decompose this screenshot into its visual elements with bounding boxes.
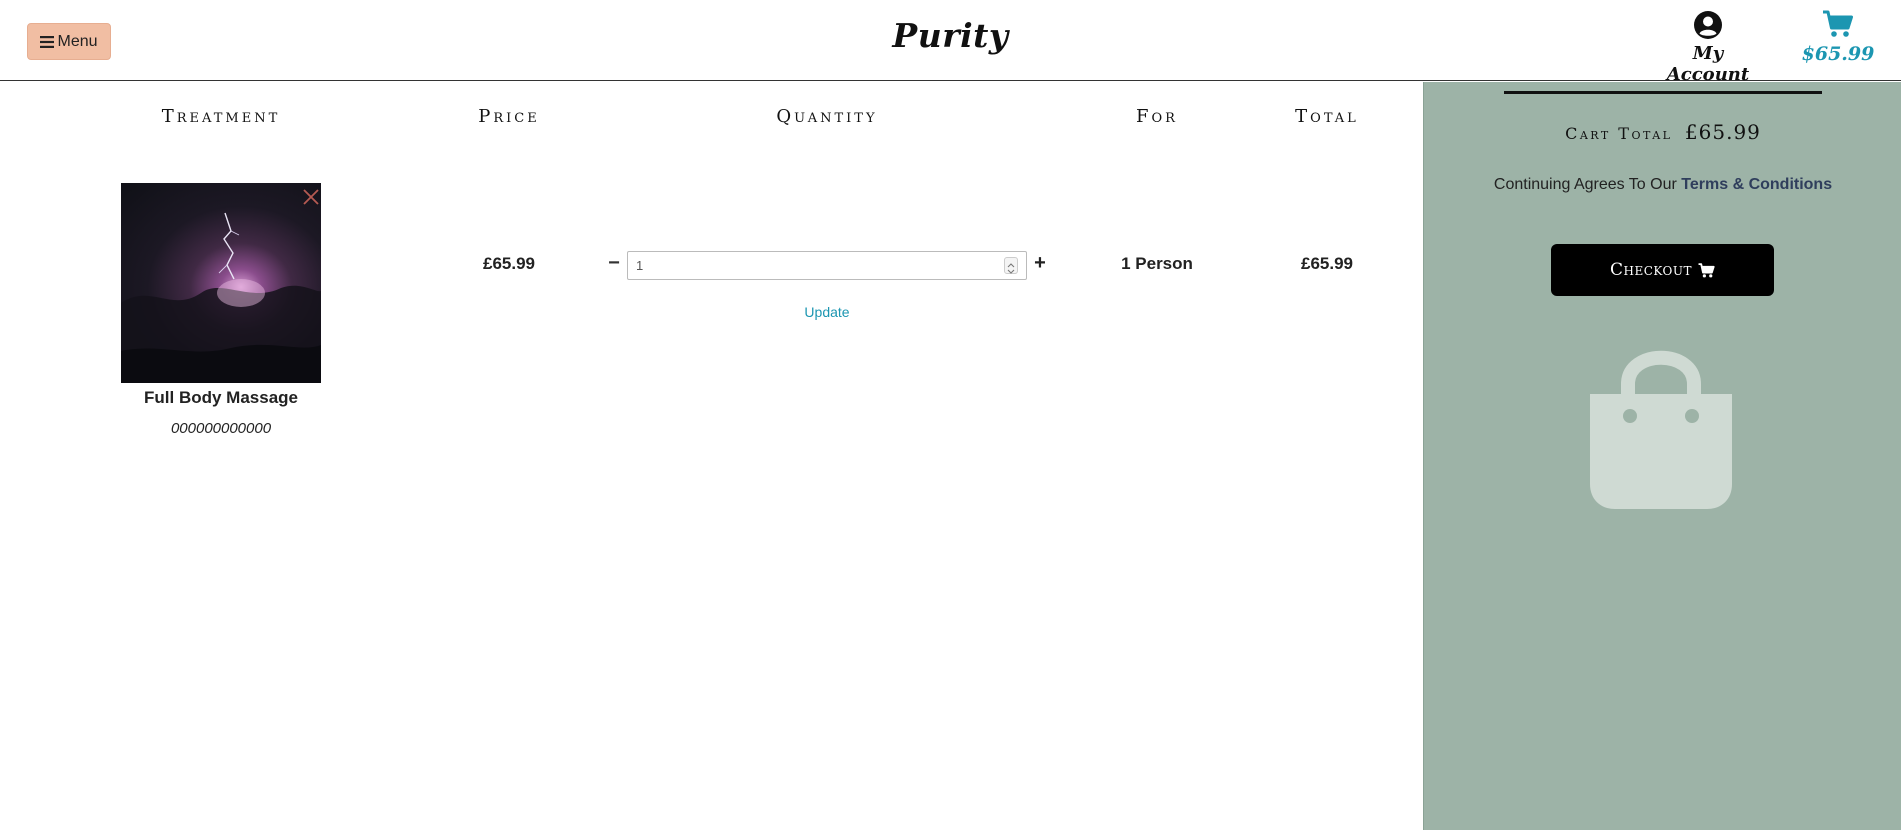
my-account-label: My Account xyxy=(1666,43,1750,85)
remove-item-button[interactable] xyxy=(300,186,322,208)
quantity-increase-button[interactable]: + xyxy=(1031,251,1049,275)
product-image[interactable] xyxy=(121,183,321,383)
quantity-input[interactable]: 1 xyxy=(627,251,1027,280)
cart-table: Treatment Price Quantity For Total Full … xyxy=(0,82,1422,830)
column-header-treatment: Treatment xyxy=(161,106,281,127)
shopping-cart-icon xyxy=(1698,262,1715,277)
cart-total: Cart Total £65.99 xyxy=(1467,120,1859,144)
quantity-value: 1 xyxy=(636,258,644,273)
quantity-decrease-button[interactable]: − xyxy=(606,251,622,275)
close-icon xyxy=(303,189,319,205)
my-account-link[interactable]: My Account xyxy=(1652,10,1764,85)
shopping-bag-icon xyxy=(1590,350,1732,509)
spinner-arrows-icon xyxy=(1007,263,1015,274)
item-price: £65.99 xyxy=(483,254,535,273)
column-header-price: Price xyxy=(478,106,540,127)
user-circle-icon xyxy=(1694,11,1722,39)
checkout-button[interactable]: Checkout xyxy=(1551,244,1774,296)
site-logo[interactable]: Purity xyxy=(0,16,1901,55)
quantity-spinner[interactable] xyxy=(1004,257,1018,274)
terms-prefix: Continuing Agrees To Our xyxy=(1493,176,1677,193)
divider xyxy=(1504,91,1822,94)
terms-link[interactable]: Terms & Conditions xyxy=(1681,176,1832,193)
hamburger-icon xyxy=(40,35,55,48)
item-for: 1 Person xyxy=(1121,254,1193,273)
menu-button[interactable]: Menu xyxy=(27,23,111,60)
update-cart-link[interactable]: Update xyxy=(804,304,849,320)
column-header-for: For xyxy=(1136,106,1178,127)
cart-total-value: £65.99 xyxy=(1684,120,1761,144)
shopping-cart-icon xyxy=(1823,10,1853,37)
menu-label: Menu xyxy=(57,32,98,50)
column-header-quantity: Quantity xyxy=(776,106,878,127)
cart-summary-sidebar: Cart Total £65.99 Continuing Agrees To O… xyxy=(1423,82,1901,830)
site-header: Menu Purity My Account $65.99 xyxy=(0,0,1901,85)
checkout-label: Checkout xyxy=(1609,260,1692,280)
product-sku: 000000000000 xyxy=(170,420,272,437)
terms-notice: Continuing Agrees To Our Terms & Conditi… xyxy=(1467,176,1859,194)
cart-total-label: Cart Total xyxy=(1565,124,1673,143)
item-total: £65.99 xyxy=(1301,254,1353,273)
column-header-total: Total xyxy=(1295,106,1359,127)
product-name[interactable]: Full Body Massage xyxy=(144,388,298,408)
lightning-storm-image xyxy=(121,212,321,383)
header-cart-amount: $65.99 xyxy=(1801,43,1875,65)
header-cart-link[interactable]: $65.99 xyxy=(1800,10,1876,65)
